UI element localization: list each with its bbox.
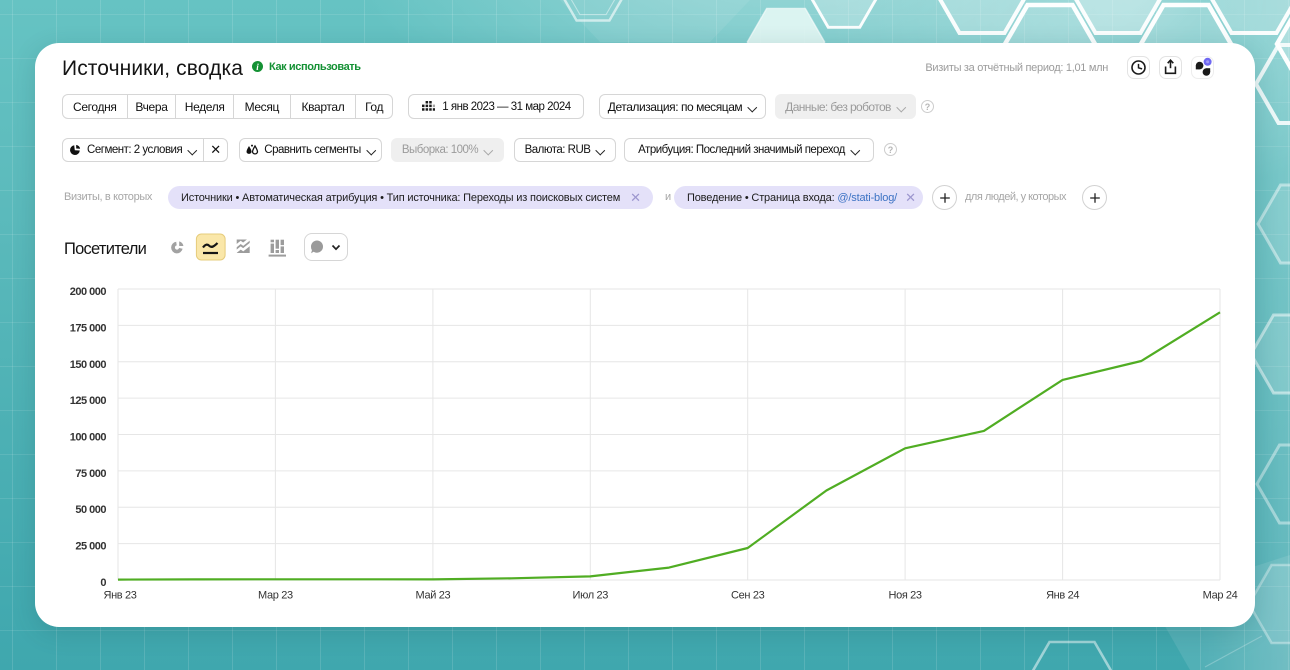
svg-text:Ноя 23: Ноя 23: [888, 590, 921, 602]
svg-text:Янв 23: Янв 23: [103, 590, 136, 602]
svg-text:175 000: 175 000: [70, 322, 107, 334]
svg-text:200 000: 200 000: [70, 286, 107, 298]
svg-text:0: 0: [100, 577, 106, 589]
svg-text:25 000: 25 000: [75, 541, 106, 553]
svg-text:Июл 23: Июл 23: [573, 590, 609, 602]
svg-text:Мар 24: Мар 24: [1203, 590, 1238, 602]
svg-text:Янв 24: Янв 24: [1046, 590, 1079, 602]
svg-text:Май 23: Май 23: [416, 590, 451, 602]
svg-text:150 000: 150 000: [70, 359, 107, 371]
svg-text:Сен 23: Сен 23: [731, 590, 765, 602]
svg-text:Мар 23: Мар 23: [258, 590, 293, 602]
svg-text:125 000: 125 000: [70, 395, 107, 407]
svg-text:50 000: 50 000: [75, 504, 106, 516]
svg-text:75 000: 75 000: [75, 468, 106, 480]
svg-text:100 000: 100 000: [70, 432, 107, 444]
